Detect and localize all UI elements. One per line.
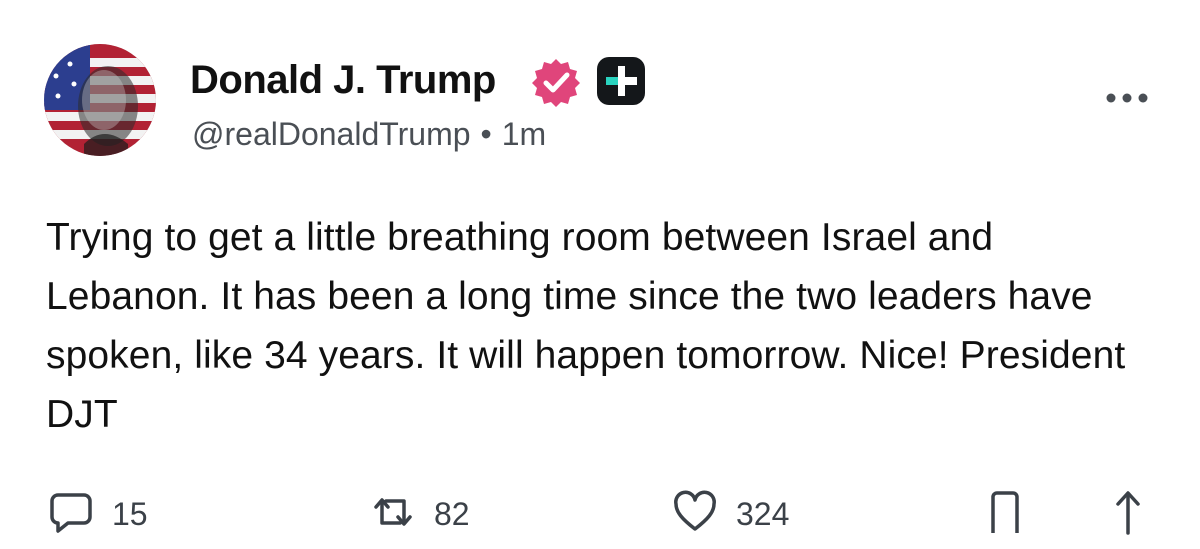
like-button[interactable]: 324 — [672, 484, 789, 544]
verified-badge-icon — [530, 56, 582, 108]
author-handle[interactable]: @realDonaldTrump — [192, 116, 471, 152]
avatar-image — [44, 44, 156, 156]
like-count: 324 — [736, 495, 790, 532]
repost-icon — [370, 489, 416, 540]
meta-separator: • — [480, 116, 492, 152]
share-icon — [1108, 487, 1148, 542]
repost-button[interactable]: 82 — [370, 484, 470, 544]
heart-icon — [672, 489, 718, 540]
plus-badge-icon — [596, 56, 646, 106]
avatar[interactable] — [44, 44, 156, 156]
bookmark-button[interactable] — [985, 484, 1025, 544]
author-display-name[interactable]: Donald J. Trump — [190, 56, 496, 104]
share-button[interactable] — [1108, 484, 1148, 544]
reply-button[interactable]: 15 — [48, 484, 148, 544]
comment-icon — [48, 489, 94, 540]
post-timestamp[interactable]: 1m — [502, 116, 546, 152]
repost-count: 82 — [434, 495, 470, 532]
author-meta: @realDonaldTrump • 1m — [192, 112, 546, 156]
more-options-icon[interactable] — [1104, 88, 1150, 108]
post-body: Trying to get a little breathing room be… — [46, 216, 1126, 436]
reply-count: 15 — [112, 495, 148, 532]
bookmark-icon — [985, 487, 1025, 542]
